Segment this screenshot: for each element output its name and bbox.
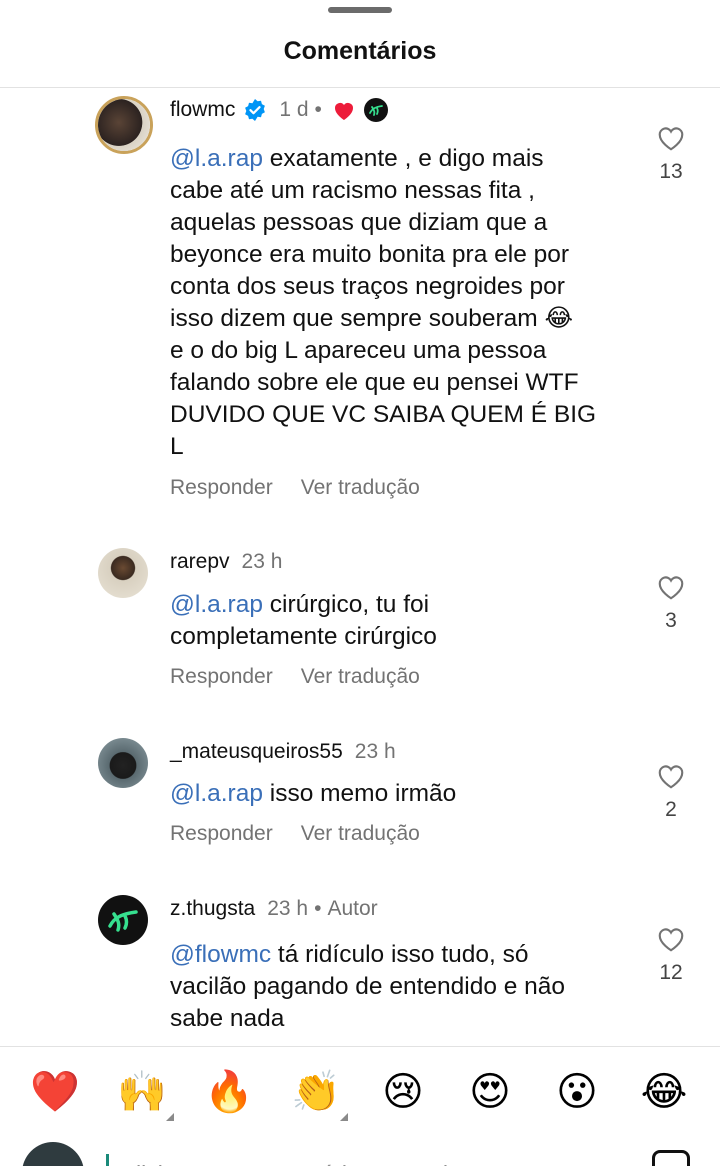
comment-time: 23 h <box>354 740 396 763</box>
comment-text: @l.a.rap cirúrgico, tu foi completamente… <box>170 589 620 653</box>
like-heart-outline-icon <box>658 576 684 600</box>
comment-header: rarepv 23 h <box>170 550 282 574</box>
comment-composer <box>0 1136 720 1166</box>
comments-header: Comentários <box>0 0 720 88</box>
skin-tone-indicator <box>340 1113 348 1121</box>
reaction-clapping[interactable]: 👏 <box>291 1067 341 1117</box>
comment-actions: Responder Ver tradução <box>170 665 420 689</box>
liked-by-creator-heart-icon <box>334 103 353 120</box>
comment-line: falando sobre ele que eu pensei WTF <box>170 369 579 396</box>
author-badge: Autor <box>327 897 378 920</box>
comment-header: flowmc 1 d • <box>170 98 388 122</box>
comment-line: cirúrgico, tu foi <box>262 591 430 618</box>
like-button[interactable]: 2 <box>650 762 692 822</box>
like-count: 13 <box>659 160 683 183</box>
like-button[interactable]: 3 <box>650 573 692 633</box>
comment-line: DUVIDO QUE VC SAIBA QUEM É BIG <box>170 401 597 428</box>
comment-text: @flowmc tá ridículo isso tudo, só vacilã… <box>170 939 620 1035</box>
separator-dot: • <box>314 897 322 920</box>
comment-text: @l.a.rap exatamente , e digo mais cabe a… <box>170 143 620 463</box>
reaction-surprised[interactable]: 😮 <box>552 1067 602 1117</box>
comment-line: isso memo irmão <box>262 780 457 807</box>
comment-header: _mateusqueiros55 23 h <box>170 740 396 764</box>
reaction-crying[interactable]: 😢 <box>378 1067 428 1117</box>
like-count: 12 <box>659 961 683 984</box>
username[interactable]: z.thugsta <box>170 897 255 921</box>
avatar[interactable] <box>98 548 148 598</box>
current-user-avatar <box>22 1142 84 1166</box>
comment-line: vacilão pagando de entendido e não <box>170 973 566 1000</box>
like-button[interactable]: 13 <box>650 124 692 184</box>
avatar[interactable] <box>98 738 148 788</box>
like-heart-outline-icon <box>658 765 684 789</box>
gif-sticker-icon[interactable] <box>652 1150 690 1166</box>
comments-list[interactable]: flowmc 1 d • @l.a.rap exatamente , e dig… <box>0 88 720 1046</box>
comment-line: e o do big L apareceu uma pessoa <box>170 337 547 364</box>
comment-time: 1 d <box>279 98 309 121</box>
like-count: 2 <box>665 798 677 821</box>
skin-tone-indicator <box>166 1113 174 1121</box>
comment-line: conta dos seus traços negroides por <box>170 273 565 300</box>
comment-line: tá ridículo isso tudo, só <box>271 941 529 968</box>
comment-line: sabe nada <box>170 1005 285 1032</box>
comment-line: completamente cirúrgico <box>170 623 437 650</box>
mention-link[interactable]: @l.a.rap <box>170 591 263 618</box>
see-translation-button[interactable]: Ver tradução <box>301 476 420 500</box>
comment-line: exatamente , e digo mais <box>262 145 544 172</box>
reply-button[interactable]: Responder <box>170 665 273 689</box>
reaction-laughing[interactable]: 😂 <box>639 1067 689 1117</box>
username[interactable]: _mateusqueiros55 <box>170 740 343 764</box>
like-button[interactable]: 12 <box>650 925 692 985</box>
creator-avatar-icon <box>363 98 388 122</box>
page-title: Comentários <box>283 37 437 65</box>
comment-line: cabe até um racismo nessas fita , <box>170 177 535 204</box>
comment-line: aquelas pessoas que diziam que a <box>170 209 548 236</box>
mention-link[interactable]: @flowmc <box>170 941 271 968</box>
mention-link[interactable]: @l.a.rap <box>170 780 263 807</box>
brand-logo-icon <box>108 910 138 932</box>
like-heart-outline-icon <box>658 127 684 151</box>
reaction-fire[interactable]: 🔥 <box>204 1067 254 1117</box>
avatar[interactable] <box>98 895 148 945</box>
username[interactable]: flowmc <box>170 98 235 122</box>
comment-time: 23 h <box>241 550 283 573</box>
mention-link[interactable]: @l.a.rap <box>170 145 263 172</box>
comment-line: beyonce era muito bonita pra ele por <box>170 241 570 268</box>
see-translation-button[interactable]: Ver tradução <box>301 665 420 689</box>
comment-text: @l.a.rap isso memo irmão <box>170 778 620 810</box>
avatar[interactable] <box>95 96 153 154</box>
reaction-heart-eyes[interactable]: 😍 <box>465 1067 515 1117</box>
comment-actions: Responder Ver tradução <box>170 822 420 846</box>
comment-input[interactable] <box>106 1154 626 1166</box>
comment-header: z.thugsta 23 h • Autor <box>170 897 378 921</box>
reply-button[interactable]: Responder <box>170 476 273 500</box>
comment-line: L <box>170 433 184 460</box>
see-translation-button[interactable]: Ver tradução <box>301 822 420 846</box>
comment-time: 23 h <box>267 897 309 920</box>
separator-dot: • <box>314 98 322 121</box>
like-count: 3 <box>665 609 677 632</box>
like-heart-outline-icon <box>658 928 684 952</box>
verified-badge-icon <box>245 99 266 121</box>
username[interactable]: rarepv <box>170 550 230 574</box>
reply-button[interactable]: Responder <box>170 822 273 846</box>
comment-actions: Responder Ver tradução <box>170 476 420 500</box>
quick-reactions-bar: ❤️ 🙌 🔥 👏 😢 😍 😮 😂 <box>0 1046 720 1136</box>
comment-line: isso dizem que sempre souberam 😂 <box>170 305 574 332</box>
reaction-raised-hands[interactable]: 🙌 <box>117 1067 167 1117</box>
reaction-heart[interactable]: ❤️ <box>30 1067 80 1117</box>
